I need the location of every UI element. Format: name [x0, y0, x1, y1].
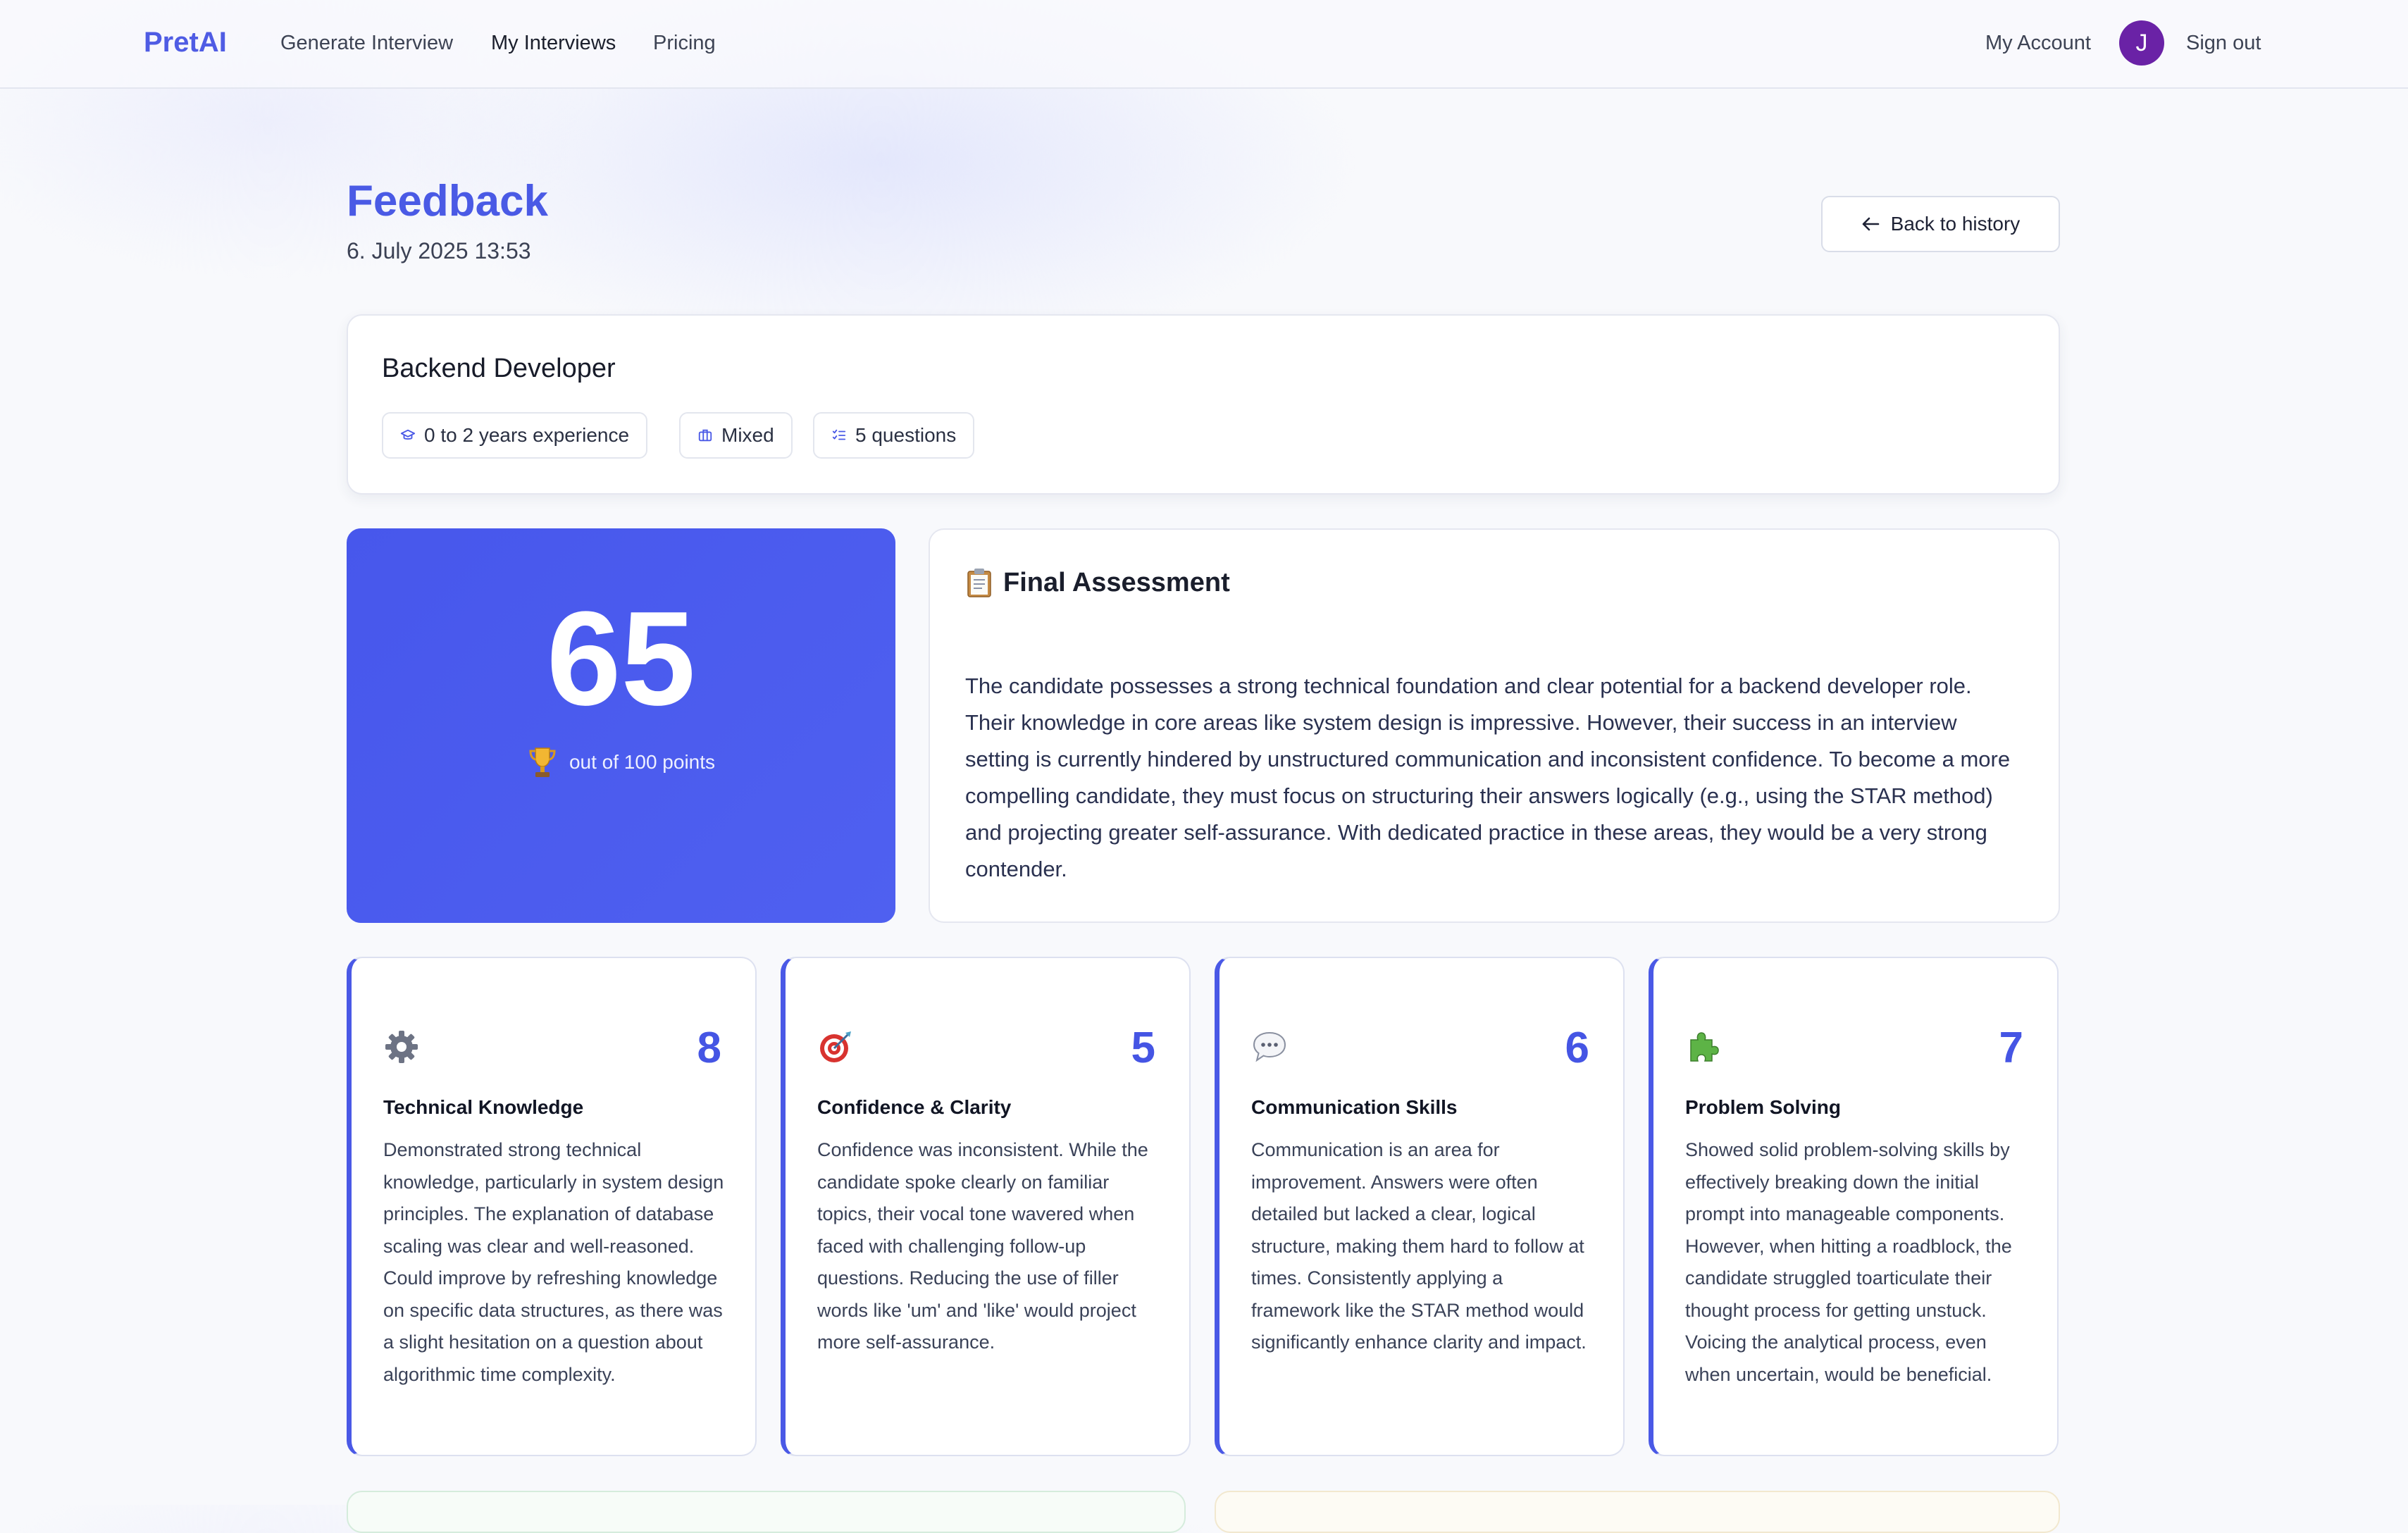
interview-info-card: Backend Developer 0 to 2 years experienc…: [347, 314, 2060, 495]
metric-card-problem-solving: 7 Problem Solving Showed solid problem-s…: [1649, 957, 2059, 1456]
list-check-icon: [832, 429, 846, 440]
speech-bubble-icon: [1253, 1031, 1286, 1062]
final-assessment-title-label: Final Assessment: [1003, 567, 1230, 597]
metric-title: Technical Knowledge: [383, 1096, 584, 1118]
briefcase-icon: [698, 429, 712, 442]
metric-score: 6: [1565, 1024, 1589, 1072]
feedback-date: 6. July 2025 13:53: [347, 238, 531, 263]
metric-title: Communication Skills: [1251, 1096, 1458, 1118]
top-navbar: PretAI Generate Interview My Interviews …: [0, 0, 2408, 89]
metric-description: Showed solid problem-solving skills by e…: [1685, 1139, 2012, 1385]
final-assessment-text: The candidate possesses a strong technic…: [965, 674, 2011, 881]
metric-title: Confidence & Clarity: [817, 1096, 1012, 1118]
metric-description: Demonstrated strong technical knowledge,…: [383, 1139, 724, 1385]
overall-score-subtitle: out of 100 points: [347, 745, 895, 779]
overall-score-value: 65: [546, 584, 696, 733]
target-icon: [820, 1031, 851, 1062]
metric-score: 8: [697, 1024, 721, 1072]
interview-role-title: Backend Developer: [382, 354, 616, 383]
gear-icon: [385, 1031, 418, 1063]
back-to-history-label: Back to history: [1890, 213, 2021, 235]
brand-logo[interactable]: PretAI: [144, 27, 227, 58]
final-assessment-title: Final Assessment: [965, 567, 1230, 598]
metric-description: Communication is an area for improvement…: [1251, 1139, 1587, 1353]
strengths-card-partial: [347, 1491, 1186, 1533]
nav-my-account[interactable]: My Account: [1985, 32, 2091, 55]
metric-card-technical-knowledge: 8 Technical Knowledge Demonstrated stron…: [347, 957, 757, 1456]
metric-description: Confidence was inconsistent. While the c…: [817, 1139, 1148, 1353]
interview-type-chip-label: Mixed: [721, 424, 774, 446]
interview-type-chip: Mixed: [679, 412, 793, 459]
trophy-icon: [529, 747, 556, 777]
metric-card-confidence-clarity: 5 Confidence & Clarity Confidence was in…: [781, 957, 1191, 1456]
metric-title: Problem Solving: [1685, 1096, 1841, 1118]
metric-score: 7: [1999, 1024, 2023, 1072]
nav-my-interviews[interactable]: My Interviews: [491, 32, 616, 55]
metric-card-communication-skills: 6 Communication Skills Communication is …: [1215, 957, 1625, 1456]
question-count-chip-label: 5 questions: [855, 424, 957, 446]
final-assessment-card: Final Assessment The candidate possesses…: [929, 528, 2060, 923]
nav-pricing[interactable]: Pricing: [653, 32, 716, 55]
sign-out-link[interactable]: Sign out: [2186, 32, 2261, 55]
clipboard-icon: [967, 569, 991, 597]
graduation-cap-icon: [400, 429, 416, 440]
back-to-history-button[interactable]: Back to history: [1821, 196, 2060, 252]
metric-score: 5: [1131, 1024, 1155, 1072]
puzzle-piece-icon: [1690, 1032, 1719, 1062]
question-count-chip: 5 questions: [813, 412, 975, 459]
overall-score-subtitle-label: out of 100 points: [569, 751, 716, 773]
arrow-left-icon: [1862, 217, 1879, 231]
improvements-card-partial: [1215, 1491, 2060, 1533]
page-title: Feedback: [347, 177, 549, 225]
nav-generate-interview[interactable]: Generate Interview: [280, 32, 453, 55]
experience-chip-label: 0 to 2 years experience: [424, 424, 630, 446]
avatar[interactable]: J: [2119, 20, 2164, 66]
experience-chip: 0 to 2 years experience: [382, 412, 648, 459]
